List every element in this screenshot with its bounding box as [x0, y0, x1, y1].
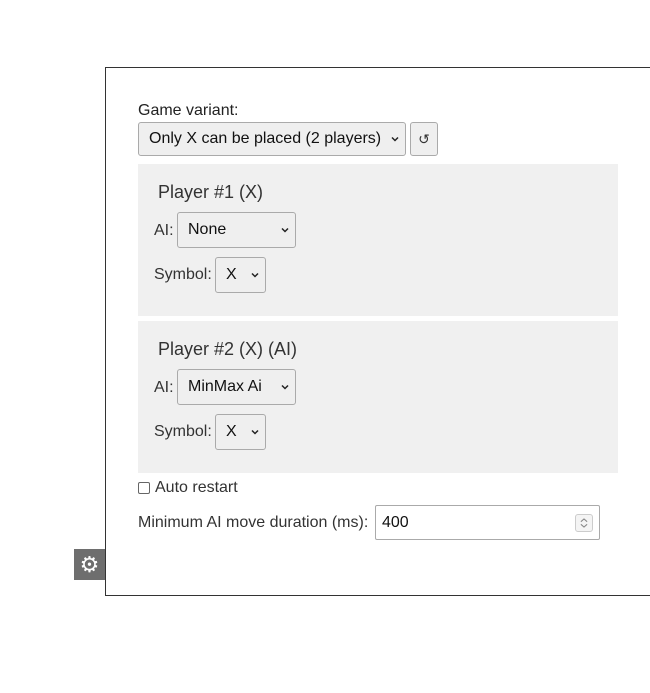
player-2-title: Player #2 (X) (AI) — [158, 339, 298, 359]
player-1-symbol-label: Symbol: — [154, 266, 212, 283]
chevron-down-icon — [251, 272, 259, 278]
player-2-symbol-select[interactable]: X — [215, 414, 266, 450]
player-2-ai-value: MinMax Ai — [188, 378, 262, 395]
player-2-symbol-label: Symbol: — [154, 423, 212, 440]
player-1-title: Player #1 (X) — [158, 182, 264, 202]
min-duration-value: 400 — [382, 513, 409, 531]
chevron-down-icon — [281, 384, 289, 390]
chevron-down-icon — [281, 227, 289, 233]
settings-panel: Game variant: Only X can be placed (2 pl… — [105, 67, 650, 596]
reset-variant-button[interactable]: ↺ — [410, 122, 438, 156]
player-1-panel: Player #1 (X) AI: None Symbol: X — [138, 164, 618, 316]
chevron-down-icon — [251, 429, 259, 435]
player-1-ai-select[interactable]: None — [177, 212, 296, 248]
player-2-panel: Player #2 (X) (AI) AI: MinMax Ai Symbol:… — [138, 321, 618, 473]
reset-icon: ↺ — [418, 130, 430, 147]
game-variant-label: Game variant: — [138, 102, 239, 119]
player-2-symbol-value: X — [226, 423, 237, 440]
chevron-down-icon — [391, 136, 399, 142]
auto-restart-row[interactable]: Auto restart — [138, 479, 238, 497]
game-variant-value: Only X can be placed (2 players) — [149, 130, 382, 147]
player-1-ai-label: AI: — [154, 222, 174, 239]
gear-icon: ⚙ — [79, 551, 100, 577]
player-2-ai-select[interactable]: MinMax Ai — [177, 369, 296, 405]
min-duration-label: Minimum AI move duration (ms): — [138, 514, 369, 531]
player-2-ai-label: AI: — [154, 379, 174, 396]
min-duration-input[interactable]: 400 — [375, 505, 600, 540]
auto-restart-checkbox[interactable] — [138, 482, 150, 494]
settings-gear-button[interactable]: ⚙ — [74, 549, 105, 580]
player-1-ai-value: None — [188, 221, 227, 238]
auto-restart-label: Auto restart — [155, 479, 238, 496]
game-variant-select[interactable]: Only X can be placed (2 players) — [138, 122, 406, 156]
player-1-symbol-select[interactable]: X — [215, 257, 266, 293]
player-1-symbol-value: X — [226, 266, 237, 283]
number-spinner[interactable] — [575, 514, 593, 532]
